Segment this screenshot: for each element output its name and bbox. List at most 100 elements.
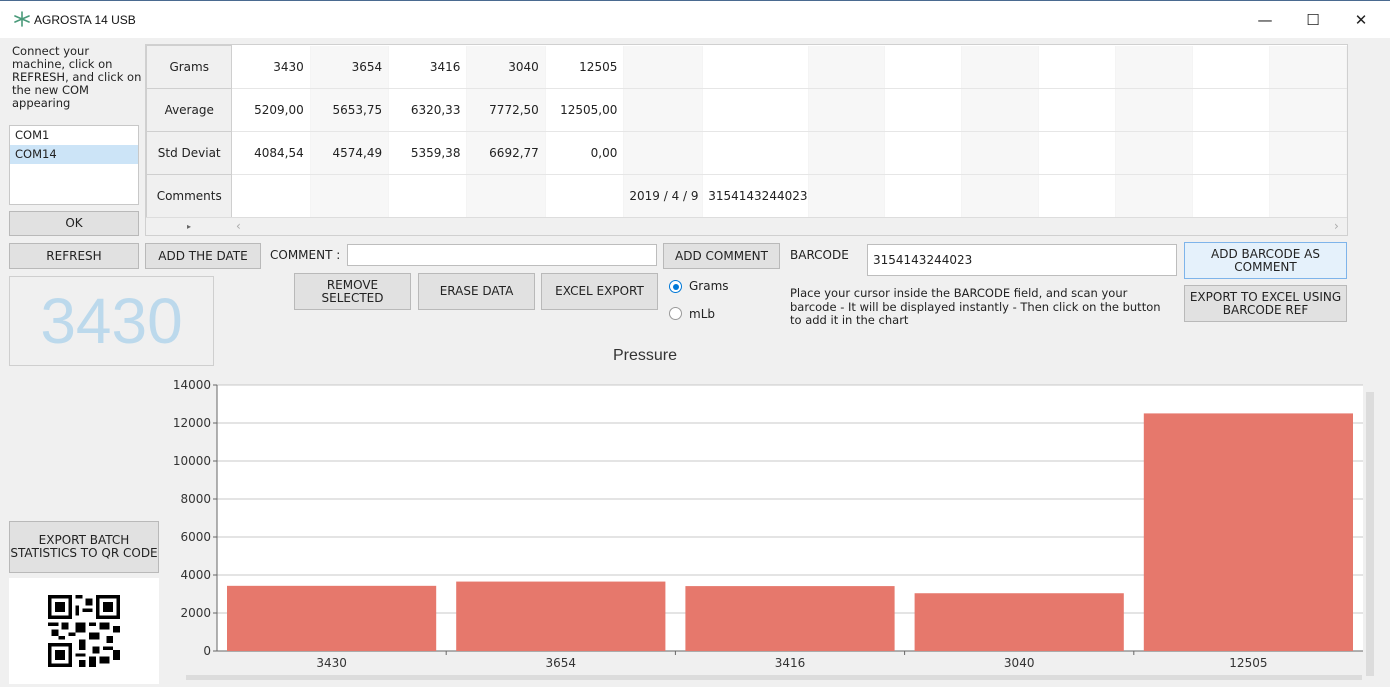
unit-grams-label: Grams [689,279,729,293]
grid-cell[interactable] [884,174,963,218]
grid-cell[interactable] [884,45,963,89]
grid-cell[interactable] [702,88,809,132]
export-qr-button[interactable]: EXPORT BATCH STATISTICS TO QR CODE [9,521,159,573]
add-date-button[interactable]: ADD THE DATE [145,243,261,269]
comment-input[interactable] [347,244,657,266]
grid-cell[interactable] [1269,88,1347,132]
grid-cell[interactable] [961,131,1040,175]
grid-cell[interactable] [1269,45,1347,89]
grid-cell[interactable]: 6692,77 [466,131,546,175]
add-comment-button[interactable]: ADD COMMENT [663,243,780,269]
add-barcode-comment-button[interactable]: ADD BARCODE AS COMMENT [1184,242,1347,279]
erase-data-button[interactable]: ERASE DATA [418,273,535,310]
grid-cell[interactable] [961,88,1040,132]
maximize-button[interactable]: ☐ [1298,7,1328,33]
grid-cell[interactable] [1038,45,1117,89]
close-button[interactable]: ✕ [1346,7,1376,33]
unit-mlb-radio[interactable] [669,307,682,320]
grid-horizontal-scrollbar[interactable]: ▸ ‹ › [146,217,1347,235]
chart-horizontal-scrollbar[interactable] [186,675,1362,680]
bar [914,593,1124,651]
grid-cell[interactable] [1192,131,1270,175]
grid-cell[interactable] [623,131,704,175]
grid-cell[interactable] [808,174,886,218]
grid-cell[interactable] [231,174,311,218]
grid-row[interactable]: Average 5209,00 5653,75 6320,33 7772,50 12505… [146,88,1347,132]
grid-cell[interactable]: 5653,75 [310,88,390,132]
refresh-button[interactable]: REFRESH [9,243,139,269]
grid-cell[interactable] [623,45,704,89]
grid-cell[interactable]: 3416 [388,45,468,89]
minimize-button[interactable]: — [1250,7,1280,33]
grid-row-header[interactable]: Average [146,88,233,132]
current-reading-display: 3430 [9,276,214,366]
y-tick-label: 14000 [173,378,211,392]
unit-grams-radio[interactable] [669,280,682,293]
grid-cell[interactable] [1115,174,1194,218]
grid-row[interactable]: Comments 2019 / 4 / 9 3154143244023 [146,174,1347,218]
grid-row-header[interactable]: Comments [146,174,233,218]
y-tick-label: 12000 [173,416,211,430]
grid-cell[interactable] [1269,174,1347,218]
grid-cell[interactable]: 6320,33 [388,88,468,132]
grid-cell[interactable] [961,174,1040,218]
grid-cell[interactable] [466,174,546,218]
connection-help-text: Connect your machine, click on REFRESH, … [12,44,142,110]
grid-cell[interactable] [1115,88,1194,132]
grid-cell[interactable] [702,45,809,89]
grid-row[interactable]: Std Deviat 4084,54 4574,49 5359,38 6692,77 0,… [146,131,1347,175]
grid-cell[interactable]: 5209,00 [231,88,311,132]
grid-cell[interactable]: 12505 [545,45,625,89]
grid-cell[interactable]: 3040 [466,45,546,89]
grid-cell[interactable] [1038,174,1117,218]
grid-cell[interactable] [702,131,809,175]
grid-cell[interactable] [310,174,390,218]
grid-cell[interactable] [808,88,886,132]
grid-cell[interactable] [1269,131,1347,175]
grid-cell[interactable] [1192,174,1270,218]
export-barcode-excel-button[interactable]: EXPORT TO EXCEL USING BARCODE REF [1184,285,1347,322]
x-tick-label: 12505 [1229,656,1267,670]
grid-cell[interactable] [808,45,886,89]
grid-cell[interactable] [1115,45,1194,89]
barcode-input[interactable]: 3154143244023 [867,244,1177,276]
grid-cell[interactable] [808,131,886,175]
grid-cell[interactable] [545,174,625,218]
scroll-left-icon[interactable]: ‹ [236,219,241,233]
data-grid[interactable]: Grams 3430 3654 3416 3040 12505 Average 5209,00… [145,44,1348,236]
grid-cell[interactable]: 4084,54 [231,131,311,175]
y-tick-label: 2000 [180,606,211,620]
grid-cell[interactable]: 12505,00 [545,88,625,132]
excel-export-button[interactable]: EXCEL EXPORT [541,273,658,310]
grid-cell[interactable] [623,88,704,132]
com-port-item-selected[interactable]: COM14 [10,145,138,164]
grid-cell[interactable]: 4574,49 [310,131,390,175]
grid-cell[interactable]: 2019 / 4 / 9 [623,174,704,218]
y-tick-label: 8000 [180,492,211,506]
bar [456,581,666,651]
grid-cell[interactable]: 7772,50 [466,88,546,132]
grid-row[interactable]: Grams 3430 3654 3416 3040 12505 [146,45,1347,89]
grid-cell[interactable]: 3154143244023 [702,174,809,218]
grid-cell[interactable] [884,131,963,175]
grid-cell[interactable] [961,45,1040,89]
grid-cell[interactable] [1192,88,1270,132]
com-port-list[interactable]: COM1 COM14 [9,125,139,205]
grid-cell[interactable]: 3430 [231,45,311,89]
grid-row-header[interactable]: Std Deviat [146,131,233,175]
grid-cell[interactable]: 5359,38 [388,131,468,175]
ok-button[interactable]: OK [9,211,139,236]
grid-cell[interactable]: 0,00 [545,131,625,175]
grid-cell[interactable] [1038,88,1117,132]
chart-vertical-scrollbar[interactable] [1366,392,1374,676]
grid-cell[interactable] [1038,131,1117,175]
grid-cell[interactable] [388,174,468,218]
com-port-item[interactable]: COM1 [10,126,138,145]
grid-row-header[interactable]: Grams [146,45,233,89]
grid-cell[interactable] [1192,45,1270,89]
grid-cell[interactable]: 3654 [310,45,390,89]
scroll-right-icon[interactable]: › [1334,219,1339,233]
remove-selected-button[interactable]: REMOVE SELECTED [294,273,411,310]
grid-cell[interactable] [884,88,963,132]
grid-cell[interactable] [1115,131,1194,175]
